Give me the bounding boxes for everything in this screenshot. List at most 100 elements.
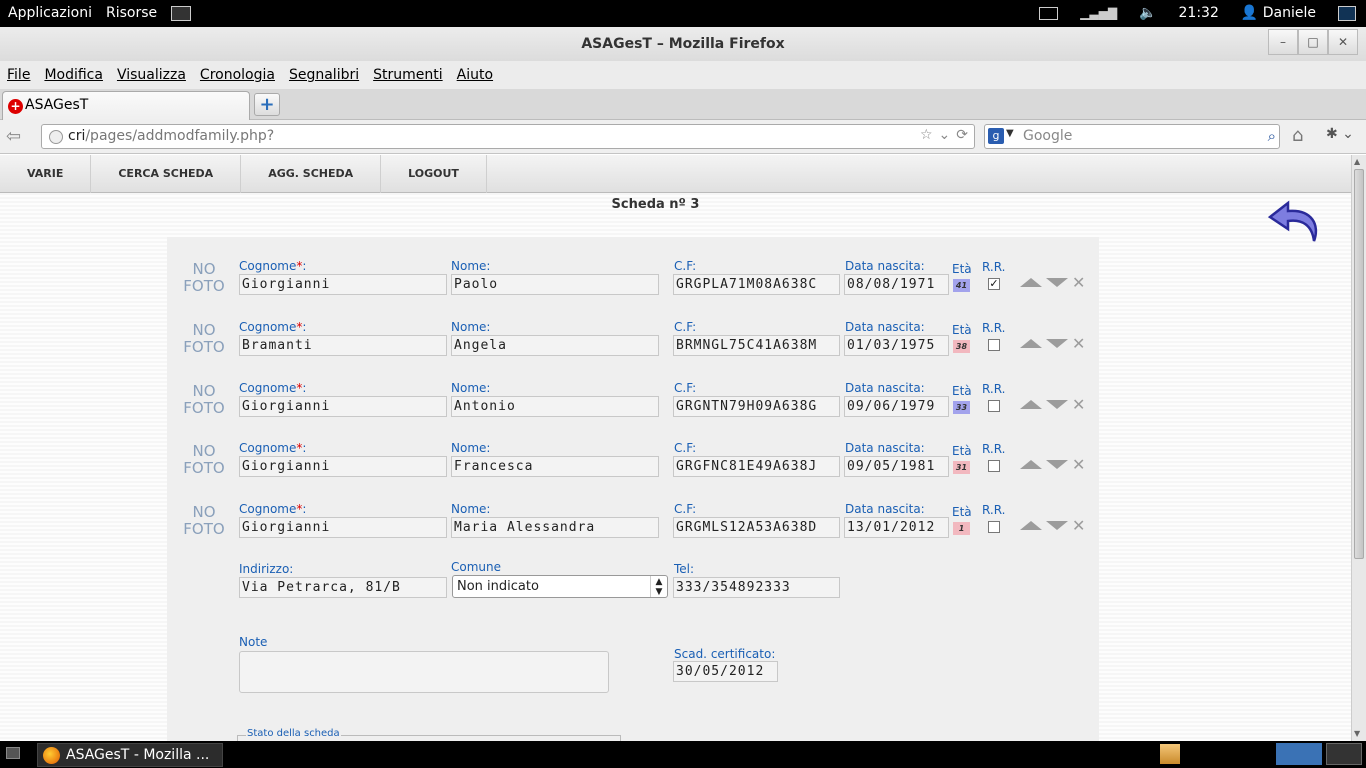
data-nascita-field[interactable]: 09/05/1981 <box>844 456 949 477</box>
menu-visualizza[interactable]: Visualizza <box>117 67 186 83</box>
cognome-field[interactable]: Giorgianni <box>239 517 447 538</box>
indirizzo-field[interactable]: Via Petrarca, 81/B <box>239 577 447 598</box>
menu-aiuto[interactable]: Aiuto <box>457 67 493 83</box>
search-input[interactable]: g ▼ Google ⌕ <box>984 124 1280 149</box>
cognome-label-text: Cognome <box>239 259 297 273</box>
move-down-icon[interactable] <box>1046 400 1068 409</box>
move-up-icon[interactable] <box>1020 521 1042 530</box>
data-nascita-field[interactable]: 08/08/1971 <box>844 274 949 295</box>
move-down-icon[interactable] <box>1046 339 1068 348</box>
cf-field[interactable]: BRMNGL75C41A638M <box>673 335 840 356</box>
show-desktop-icon[interactable] <box>6 747 20 759</box>
nome-field[interactable]: Paolo <box>451 274 659 295</box>
rr-checkbox[interactable] <box>988 521 1000 533</box>
back-arrow-icon[interactable]: ⇦ <box>6 126 21 147</box>
extension-icon[interactable]: ✱ ⌄ <box>1326 126 1354 142</box>
cf-field[interactable]: GRGNTN79H09A638G <box>673 396 840 417</box>
remove-member-icon[interactable]: ✕ <box>1072 455 1085 474</box>
url-input[interactable]: cri/pages/addmodfamily.php? ☆ ⌄ ⟳ <box>41 124 975 149</box>
bookmark-star-icon[interactable]: ☆ <box>920 127 933 143</box>
archive-icon[interactable] <box>1160 744 1180 764</box>
move-down-icon[interactable] <box>1046 278 1068 287</box>
nome-field[interactable]: Francesca <box>451 456 659 477</box>
scroll-up-icon[interactable]: ▲ <box>1354 157 1360 166</box>
move-up-icon[interactable] <box>1020 400 1042 409</box>
taskbar-item-firefox[interactable]: ASAGesT - Mozilla ... <box>37 743 223 767</box>
volume-icon[interactable]: 🔈 <box>1139 5 1156 21</box>
menu-segnalibri[interactable]: Segnalibri <box>289 67 359 83</box>
network-signal-icon[interactable]: ▁▃▅▇ <box>1080 6 1117 20</box>
rr-checkbox[interactable] <box>988 339 1000 351</box>
reload-icon[interactable]: ⟳ <box>956 127 968 143</box>
places-menu[interactable]: Risorse <box>106 5 157 21</box>
remove-member-icon[interactable]: ✕ <box>1072 273 1085 292</box>
maximize-button[interactable]: □ <box>1298 29 1328 55</box>
cognome-field[interactable]: Bramanti <box>239 335 447 356</box>
scroll-down-icon[interactable]: ▼ <box>1354 729 1360 738</box>
window-title-bar: ASAGesT – Mozilla Firefox <box>0 27 1366 61</box>
move-up-icon[interactable] <box>1020 278 1042 287</box>
nav-varie[interactable]: VARIE <box>0 155 92 193</box>
mail-icon[interactable] <box>1039 6 1059 20</box>
tab-asagest[interactable]: + ASAGesT <box>2 91 250 120</box>
search-icon[interactable]: ⌕ <box>1268 127 1276 145</box>
data-nascita-field[interactable]: 13/01/2012 <box>844 517 949 538</box>
page-scrollbar[interactable]: ▲ ▼ <box>1351 155 1366 741</box>
scrollbar-thumb[interactable] <box>1354 169 1364 559</box>
tel-field[interactable]: 333/354892333 <box>673 577 840 598</box>
remove-member-icon[interactable]: ✕ <box>1072 516 1085 535</box>
comune-select[interactable]: Non indicato ▲ ▼ <box>452 575 668 598</box>
applications-menu[interactable]: Applicazioni <box>8 5 92 21</box>
history-dropdown-icon[interactable]: ⌄ <box>939 127 951 143</box>
cf-field[interactable]: GRGMLS12A53A638D <box>673 517 840 538</box>
minimize-button[interactable]: – <box>1268 29 1298 55</box>
menu-strumenti[interactable]: Strumenti <box>373 67 443 83</box>
monitor-icon[interactable] <box>1338 5 1356 21</box>
new-tab-button[interactable]: + <box>254 93 280 116</box>
close-button[interactable]: ✕ <box>1328 29 1358 55</box>
cf-field[interactable]: GRGPLA71M08A638C <box>673 274 840 295</box>
scad-certificato-field[interactable]: 30/05/2012 <box>673 661 778 682</box>
data-nascita-field[interactable]: 09/06/1979 <box>844 396 949 417</box>
rr-checkbox[interactable] <box>988 460 1000 472</box>
firefox-icon <box>43 747 60 764</box>
workspace-1-icon[interactable] <box>1276 743 1322 765</box>
rr-checkbox[interactable] <box>988 400 1000 412</box>
tab-label: ASAGesT <box>25 97 89 113</box>
cognome-field[interactable]: Giorgianni <box>239 456 447 477</box>
cognome-field[interactable]: Giorgianni <box>239 396 447 417</box>
rr-label: R.R. <box>982 321 1006 335</box>
nav-cerca-scheda[interactable]: CERCA SCHEDA <box>91 155 242 193</box>
move-up-icon[interactable] <box>1020 339 1042 348</box>
nome-field[interactable]: Antonio <box>451 396 659 417</box>
remove-member-icon[interactable]: ✕ <box>1072 334 1085 353</box>
cognome-field[interactable]: Giorgianni <box>239 274 447 295</box>
nome-field[interactable]: Maria Alessandra <box>451 517 659 538</box>
google-engine-icon[interactable]: g <box>988 128 1004 144</box>
comune-label: Comune <box>451 560 502 574</box>
move-down-icon[interactable] <box>1046 521 1068 530</box>
engine-dropdown-icon[interactable]: ▼ <box>1006 128 1014 139</box>
family-member-row: NO FOTO Cognome*: Giorgianni Nome: Paolo… <box>167 259 1099 309</box>
move-up-icon[interactable] <box>1020 460 1042 469</box>
nav-logout[interactable]: LOGOUT <box>381 155 487 193</box>
workspace-2-icon[interactable] <box>1326 743 1362 765</box>
rr-checkbox[interactable]: ✓ <box>988 278 1000 290</box>
back-arrow-button-icon[interactable] <box>1266 199 1324 249</box>
menu-cronologia[interactable]: Cronologia <box>200 67 275 83</box>
nav-agg-scheda[interactable]: AGG. SCHEDA <box>241 155 382 193</box>
clock[interactable]: 21:32 <box>1179 5 1219 21</box>
cf-field[interactable]: GRGFNC81E49A638J <box>673 456 840 477</box>
note-textarea[interactable] <box>239 651 609 693</box>
nome-field[interactable]: Angela <box>451 335 659 356</box>
data-nascita-field[interactable]: 01/03/1975 <box>844 335 949 356</box>
menu-modifica[interactable]: Modifica <box>44 67 103 83</box>
remove-member-icon[interactable]: ✕ <box>1072 395 1085 414</box>
navigation-bar: ⇦ cri/pages/addmodfamily.php? ☆ ⌄ ⟳ g ▼ … <box>0 120 1366 154</box>
terminal-icon[interactable] <box>171 5 192 21</box>
user-menu[interactable]: 👤 Daniele <box>1241 5 1316 21</box>
menu-file[interactable]: File <box>7 67 30 83</box>
home-icon[interactable]: ⌂ <box>1292 125 1303 146</box>
no-foto-line1: NO <box>192 321 216 339</box>
move-down-icon[interactable] <box>1046 460 1068 469</box>
